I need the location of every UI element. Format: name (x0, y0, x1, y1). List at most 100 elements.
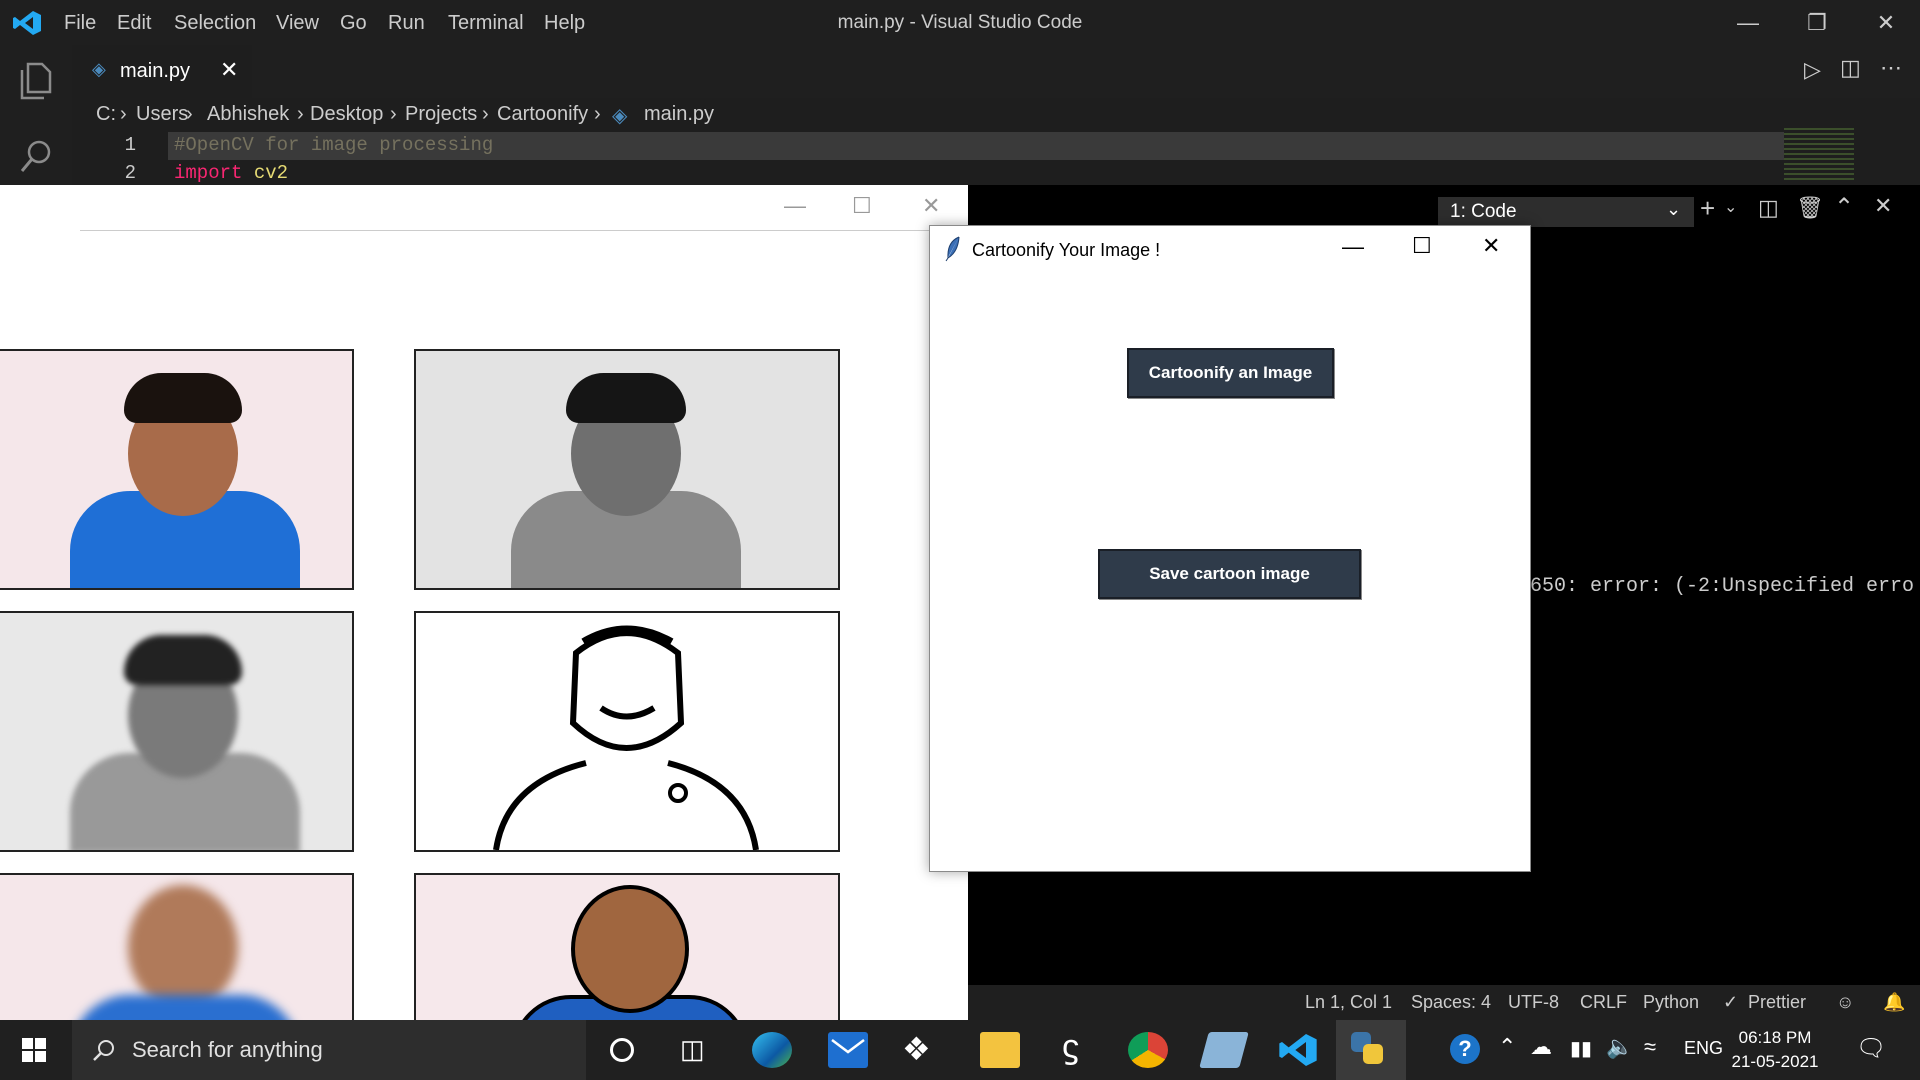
system-clock[interactable]: 06:18 PM 21-05-2021 (1725, 1026, 1825, 1074)
file-explorer-icon[interactable] (980, 1032, 1020, 1068)
minimize-icon[interactable]: — (1342, 234, 1364, 260)
window-title: main.py - Visual Studio Code (837, 12, 1083, 33)
toolbar-divider (80, 230, 968, 231)
grayscale-image (414, 349, 840, 590)
figure-hair (124, 635, 242, 685)
breadcrumb-abhishek[interactable]: Abhishek (207, 103, 289, 126)
minimize-icon[interactable]: — (784, 193, 806, 219)
close-icon[interactable]: ✕ (922, 193, 940, 219)
restore-button[interactable]: ❐ (1797, 8, 1837, 38)
breadcrumb-users[interactable]: Users (136, 103, 188, 126)
line-number: 1 (124, 134, 136, 156)
dialog-title: Cartoonify Your Image ! (972, 240, 1161, 260)
maximize-icon[interactable]: ☐ (852, 193, 872, 219)
trash-icon[interactable]: 🗑 (1796, 195, 1824, 221)
cursor-position[interactable]: Ln 1, Col 1 (1305, 992, 1392, 1013)
activity-bar (0, 45, 72, 185)
feedback-icon[interactable]: ☺ (1836, 992, 1854, 1013)
tab-close-icon[interactable]: ✕ (220, 57, 238, 83)
new-terminal-icon[interactable]: + (1700, 193, 1715, 224)
vscode-taskbar-icon[interactable] (1278, 1032, 1318, 1068)
smoothed-color-image (0, 873, 354, 1037)
close-panel-icon[interactable]: ✕ (1874, 193, 1892, 219)
cortana-icon[interactable] (610, 1038, 634, 1062)
notepad-icon[interactable] (1199, 1032, 1249, 1068)
formatter[interactable]: Prettier (1748, 992, 1806, 1013)
figure-face (128, 885, 238, 1010)
more-actions-icon[interactable]: ⋯ (1880, 55, 1902, 81)
chevron-up-icon[interactable]: ⌃ (1834, 193, 1854, 222)
encoding[interactable]: UTF-8 (1508, 992, 1559, 1013)
split-editor-icon[interactable]: ◫ (1840, 55, 1861, 81)
python-file-icon: ◈ (612, 105, 628, 127)
search-icon[interactable] (18, 137, 54, 177)
breadcrumb-projects[interactable]: Projects (405, 103, 477, 126)
dialog-titlebar: Cartoonify Your Image ! — ☐ ✕ (930, 226, 1530, 272)
cloud-icon[interactable]: ☁ (1530, 1034, 1552, 1060)
input-language[interactable]: ENG (1684, 1038, 1723, 1059)
tab-main-py[interactable]: ◈ main.py ✕ (72, 45, 252, 98)
chrome-icon[interactable] (1128, 1032, 1168, 1068)
code-comment: #OpenCV for image processing (174, 134, 494, 156)
taskbar-search[interactable]: Search for anything (72, 1020, 586, 1080)
maximize-icon[interactable]: ☐ (1412, 233, 1432, 259)
cartoonify-button[interactable]: Cartoonify an Image (1127, 348, 1334, 398)
line-endings[interactable]: CRLF (1580, 992, 1627, 1013)
cartoonify-dialog: Cartoonify Your Image ! — ☐ ✕ Cartoonify… (929, 225, 1531, 872)
chevron-right-icon: › (482, 103, 489, 125)
edge-browser-icon[interactable] (752, 1032, 792, 1068)
task-view-icon[interactable]: ◫ (680, 1034, 705, 1065)
close-icon[interactable]: ✕ (1482, 233, 1500, 259)
figure-window: — ☐ ✕ (0, 185, 968, 1037)
breadcrumb-file[interactable]: main.py (644, 103, 714, 126)
breadcrumb-desktop[interactable]: Desktop (310, 103, 383, 126)
battery-icon[interactable]: ▮▮ (1570, 1036, 1592, 1061)
tab-bar: ◈ main.py ✕ ▷ ◫ ⋯ (72, 45, 1920, 98)
terminal-selector[interactable]: 1: Code ⌄ (1438, 197, 1694, 227)
clock-date: 21-05-2021 (1731, 1052, 1819, 1071)
language-mode[interactable]: Python (1643, 992, 1699, 1013)
chevron-up-icon[interactable]: ⌃ (1498, 1034, 1516, 1060)
dropbox-icon[interactable]: ❖ (902, 1030, 931, 1068)
original-image (0, 349, 354, 590)
chevron-right-icon: › (390, 103, 397, 125)
taskbar: Search for anything ◫ ❖ ϛ ? ⌃ ☁ ▮▮ 🔈 ≈ E… (0, 1020, 1920, 1080)
python-icon-lower (1363, 1044, 1383, 1064)
breadcrumb-drive[interactable]: C: (96, 103, 116, 126)
python-taskbar-item[interactable] (1336, 1020, 1406, 1080)
minimize-button[interactable]: — (1728, 8, 1768, 38)
volume-icon[interactable]: 🔈 (1606, 1034, 1633, 1060)
mail-icon[interactable] (828, 1032, 868, 1068)
python-file-icon: ◈ (92, 59, 106, 79)
breadcrumb: C: › Users › Abhishek › Desktop › Projec… (72, 98, 1920, 132)
feather-icon (945, 236, 960, 262)
cartoon-image (414, 873, 840, 1037)
split-terminal-icon[interactable]: ◫ (1758, 195, 1779, 221)
run-icon[interactable]: ▷ (1804, 57, 1821, 83)
code-module: cv2 (253, 162, 289, 184)
code-keyword: import (174, 162, 243, 184)
save-cartoon-button[interactable]: Save cartoon image (1098, 549, 1361, 599)
chevron-down-icon[interactable]: ⌄ (1724, 197, 1737, 217)
terminal-error-text: 650: error: (-2:Unspecified erro (1530, 575, 1915, 598)
chevron-right-icon: › (120, 103, 127, 125)
indentation[interactable]: Spaces: 4 (1411, 992, 1491, 1013)
breadcrumb-cartoonify[interactable]: Cartoonify (497, 103, 588, 126)
code-line-import: import cv2 (174, 162, 288, 184)
chevron-right-icon: › (594, 103, 601, 125)
code-editor[interactable]: 1 #OpenCV for image processing 2 import … (72, 128, 1920, 185)
sublime-icon[interactable]: ϛ (1062, 1028, 1079, 1067)
figure-face (571, 885, 689, 1013)
bell-icon[interactable]: 🔔 (1883, 992, 1905, 1013)
edge-sketch (493, 625, 759, 850)
close-window-button[interactable]: ✕ (1866, 8, 1906, 38)
figure-hair (566, 373, 686, 423)
search-placeholder: Search for anything (132, 1037, 323, 1062)
notification-icon[interactable]: 🗨 (1856, 1034, 1886, 1063)
prettier-check-icon: ✓ (1723, 992, 1739, 1012)
help-icon[interactable]: ? (1450, 1034, 1480, 1064)
minimap[interactable] (1784, 128, 1854, 180)
wifi-icon[interactable]: ≈ (1644, 1034, 1656, 1060)
explorer-icon[interactable] (18, 60, 54, 100)
windows-start-icon[interactable] (22, 1038, 46, 1062)
